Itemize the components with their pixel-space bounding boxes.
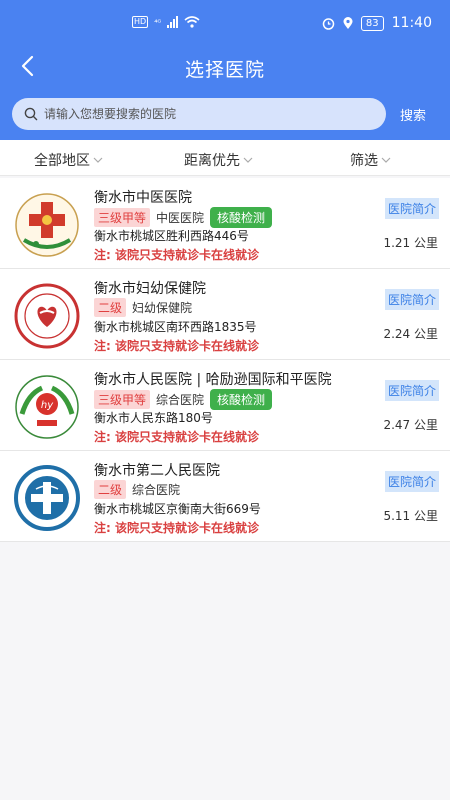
- network-type: ⁴ᴳ: [154, 17, 162, 27]
- page-title: 选择医院: [184, 59, 265, 81]
- level-badge: 三级甲等: [94, 390, 151, 409]
- filter-bar: 全部地区 距离优先 筛选: [0, 140, 450, 176]
- search-icon: [24, 107, 38, 121]
- hospital-card[interactable]: hy 衡水市人民医院 | 哈励逊国际和平医院 三级甲等 综合医院 核酸检测 衡水…: [0, 360, 450, 451]
- status-left: HD ⁴ᴳ: [132, 16, 200, 28]
- hospital-distance: 2.47 公里: [383, 418, 438, 432]
- hospital-card[interactable]: 衡水市妇幼保健院 二级 妇幼保健院 衡水市桃城区南环西路1835号 注: 该院只…: [0, 269, 450, 360]
- search-box[interactable]: [12, 98, 386, 130]
- hospital-note: 注: 该院只支持就诊卡在线就诊: [94, 430, 259, 444]
- hospital-address: 衡水市人民东路180号: [94, 411, 213, 425]
- hospital-list: 衡水市中医医院 三级甲等 中医医院 核酸检测 衡水市桃城区胜利西路446号 注:…: [0, 178, 450, 542]
- hd-icon: HD: [132, 16, 149, 28]
- level-badge: 二级: [94, 298, 127, 317]
- chevron-down-icon: [243, 157, 253, 163]
- level-badge: 三级甲等: [94, 208, 151, 227]
- status-right: 83 11:40: [322, 15, 432, 31]
- hospital-intro-button[interactable]: 医院简介: [384, 380, 439, 401]
- hospital-card[interactable]: 衡水市第二人民医院 二级 综合医院 衡水市桃城区京衡南大街669号 注: 该院只…: [0, 451, 450, 542]
- signal-icon: [167, 16, 179, 28]
- hospital-address: 衡水市桃城区胜利西路446号: [94, 229, 249, 243]
- filter-screen-label: 筛选: [350, 153, 378, 169]
- filter-region[interactable]: 全部地区: [34, 150, 103, 170]
- hospital-tags: 二级 综合医院: [94, 480, 180, 499]
- wifi-icon: [184, 16, 200, 28]
- hospital-card[interactable]: 衡水市中医医院 三级甲等 中医医院 核酸检测 衡水市桃城区胜利西路446号 注:…: [0, 178, 450, 269]
- chevron-down-icon: [381, 157, 391, 163]
- hospital-note: 注: 该院只支持就诊卡在线就诊: [94, 339, 259, 353]
- filter-region-label: 全部地区: [34, 153, 90, 169]
- location-icon: [343, 16, 353, 29]
- hospital-logo-icon: [14, 283, 80, 349]
- hospital-distance: 2.24 公里: [383, 327, 438, 341]
- hospital-intro-button[interactable]: 医院简介: [384, 471, 439, 492]
- hospital-tags: 三级甲等 综合医院 核酸检测: [94, 389, 273, 410]
- level-badge: 二级: [94, 480, 127, 499]
- hospital-distance: 1.21 公里: [383, 236, 438, 250]
- hospital-logo-icon: [14, 465, 80, 531]
- hospital-tags: 二级 妇幼保健院: [94, 298, 192, 317]
- clock: 11:40: [391, 15, 432, 31]
- nat-test-badge: 核酸检测: [210, 207, 273, 228]
- hospital-type: 综合医院: [132, 483, 181, 497]
- filter-screen[interactable]: 筛选: [350, 150, 391, 170]
- hospital-logo-icon: [15, 193, 79, 257]
- hospital-type: 中医医院: [156, 211, 205, 225]
- header: HD ⁴ᴳ 83 11:40 选择医院 搜索: [0, 0, 450, 140]
- battery-icon: 83: [360, 15, 384, 31]
- hospital-address: 衡水市桃城区南环西路1835号: [94, 320, 257, 334]
- hospital-tags: 三级甲等 中医医院 核酸检测: [94, 207, 273, 228]
- filter-distance[interactable]: 距离优先: [184, 150, 253, 170]
- hospital-distance: 5.11 公里: [383, 509, 438, 523]
- filter-distance-label: 距离优先: [184, 153, 240, 169]
- chevron-down-icon: [93, 157, 103, 163]
- hospital-intro-button[interactable]: 医院简介: [384, 289, 439, 310]
- search-input[interactable]: [44, 98, 374, 130]
- hospital-intro-button[interactable]: 医院简介: [384, 198, 439, 219]
- hospital-name: 衡水市中医医院: [94, 190, 192, 206]
- alarm-icon: [322, 17, 335, 30]
- nat-test-badge: 核酸检测: [210, 389, 273, 410]
- hospital-name: 衡水市人民医院 | 哈励逊国际和平医院: [94, 372, 332, 388]
- hospital-name: 衡水市第二人民医院: [94, 463, 220, 479]
- hospital-note: 注: 该院只支持就诊卡在线就诊: [94, 248, 259, 262]
- status-bar: HD ⁴ᴳ 83 11:40: [0, 12, 450, 40]
- hospital-name: 衡水市妇幼保健院: [94, 281, 206, 297]
- hospital-note: 注: 该院只支持就诊卡在线就诊: [94, 521, 259, 535]
- hospital-type: 妇幼保健院: [132, 301, 193, 315]
- hospital-logo-icon: hy: [15, 375, 79, 439]
- svg-text:hy: hy: [41, 400, 54, 411]
- hospital-address: 衡水市桃城区京衡南大街669号: [94, 502, 261, 516]
- search-button[interactable]: 搜索: [400, 105, 426, 124]
- hospital-type: 综合医院: [156, 393, 205, 407]
